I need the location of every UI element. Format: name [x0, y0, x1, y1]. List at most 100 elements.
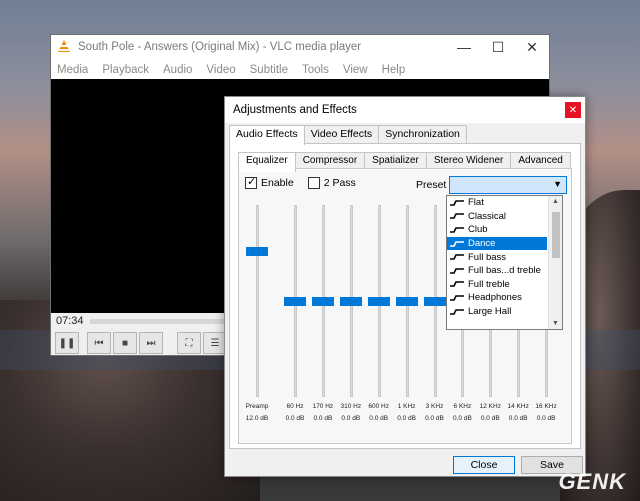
- menu-tools[interactable]: Tools: [302, 64, 329, 76]
- tab-video-effects[interactable]: Video Effects: [303, 125, 380, 144]
- maximize-icon[interactable]: ☐: [481, 39, 515, 56]
- two-pass-checkbox[interactable]: [307, 177, 320, 189]
- preset-curve-icon: [450, 267, 464, 275]
- band-slider-5-db-label: 0.0 dB: [425, 415, 444, 422]
- preset-option[interactable]: Full treble: [447, 278, 547, 292]
- band-slider-1-thumb[interactable]: [311, 297, 334, 306]
- preset-option-label: Dance: [468, 238, 496, 250]
- audio-tabs: Equalizer Compressor Spatializer Stereo …: [238, 152, 571, 172]
- menu-subtitle[interactable]: Subtitle: [250, 64, 288, 76]
- dropdown-scrollbar[interactable]: ▲ ▼: [548, 196, 562, 329]
- close-button[interactable]: Close: [453, 456, 515, 474]
- preset-option[interactable]: Full bas...d treble: [447, 264, 547, 278]
- tab-audio-effects[interactable]: Audio Effects: [229, 125, 305, 145]
- dialog-close-icon[interactable]: ✕: [565, 102, 581, 118]
- band-slider-8-frequency-label: 14 KHz: [507, 403, 529, 410]
- band-slider-1-frequency-label: 170 Hz: [312, 403, 334, 410]
- preset-option-label: Club: [468, 224, 488, 236]
- tab-spatializer[interactable]: Spatializer: [364, 152, 427, 169]
- band-slider-2-frequency-label: 310 Hz: [340, 403, 362, 410]
- tab-equalizer[interactable]: Equalizer: [238, 152, 296, 172]
- preset-option[interactable]: Large Hall: [447, 305, 547, 319]
- fullscreen-button[interactable]: ⛶: [177, 332, 201, 354]
- preset-option[interactable]: Club: [447, 223, 547, 237]
- preset-curve-icon: [450, 199, 464, 207]
- previous-button[interactable]: ⏮: [87, 332, 111, 354]
- preamp-slider-thumb[interactable]: [246, 247, 268, 257]
- scrollbar-thumb[interactable]: [552, 212, 560, 258]
- preset-label: Preset: [416, 179, 447, 191]
- preset-option[interactable]: Classical: [447, 210, 547, 224]
- preset-option[interactable]: Dance: [447, 236, 547, 251]
- preset-curve-icon: [450, 253, 464, 261]
- band-slider-6-frequency-label: 6 KHz: [453, 403, 472, 410]
- band-slider-4-db-label: 0.0 dB: [397, 415, 416, 422]
- band-slider-2-db-label: 0.0 dB: [341, 415, 361, 422]
- equalizer-icon: ☰: [210, 337, 220, 349]
- stop-button[interactable]: ■: [113, 332, 137, 354]
- band-slider-0-frequency-label: 60 Hz: [286, 403, 304, 410]
- preset-curve-icon: [450, 280, 464, 288]
- band-slider-5-frequency-label: 3 KHz: [425, 403, 444, 410]
- tab-advanced[interactable]: Advanced: [510, 152, 571, 169]
- minimize-icon[interactable]: —: [447, 39, 481, 55]
- band-slider-2-thumb[interactable]: [339, 297, 362, 306]
- preset-option-label: Full treble: [468, 278, 510, 290]
- vlc-menubar: Media Playback Audio Video Subtitle Tool…: [51, 59, 549, 81]
- preset-option-label: Full bas...d treble: [468, 265, 541, 277]
- fullscreen-icon: ⛶: [185, 337, 193, 349]
- pause-icon: ❚❚: [58, 337, 76, 349]
- preset-option-label: Headphones: [468, 292, 522, 304]
- preset-curve-icon: [450, 212, 464, 220]
- vlc-window-title: South Pole - Answers (Original Mix) - VL…: [78, 41, 362, 53]
- previous-icon: ⏮: [94, 337, 104, 349]
- dialog-titlebar[interactable]: Adjustments and Effects ✕: [225, 97, 585, 123]
- preamp-slider-track[interactable]: [256, 205, 259, 397]
- band-slider-6-db-label: 0.0 dB: [452, 415, 472, 422]
- menu-playback[interactable]: Playback: [102, 64, 149, 76]
- tab-stereo-widener[interactable]: Stereo Widener: [425, 152, 512, 169]
- scroll-up-icon[interactable]: ▲: [552, 198, 559, 205]
- menu-view[interactable]: View: [343, 64, 368, 76]
- menu-audio[interactable]: Audio: [163, 64, 192, 76]
- band-slider-8-db-label: 0.0 dB: [508, 415, 528, 422]
- preamp-slider-db-label: 12.0 dB: [245, 415, 269, 422]
- preset-select[interactable]: ▼: [449, 176, 567, 194]
- preset-option[interactable]: Flat: [447, 196, 547, 210]
- enable-checkbox[interactable]: [245, 175, 257, 189]
- genk-watermark: GENK: [558, 469, 626, 494]
- band-slider-5-thumb[interactable]: [423, 297, 446, 306]
- scroll-down-icon[interactable]: ▼: [552, 320, 559, 327]
- preset-curve-icon: [450, 226, 464, 234]
- preset-option-label: Full bass: [468, 251, 507, 263]
- band-slider-9-frequency-label: 16 KHz: [535, 403, 557, 410]
- two-pass-label: 2 Pass: [323, 177, 356, 189]
- preset-option[interactable]: Full bass: [447, 250, 547, 264]
- band-slider-3-thumb[interactable]: [367, 297, 390, 306]
- preamp-slider-frequency-label: Preamp: [245, 403, 269, 410]
- band-slider-9-db-label: 0.0 dB: [536, 415, 556, 422]
- band-slider-4-thumb[interactable]: [395, 297, 418, 306]
- enable-label: Enable: [261, 177, 294, 189]
- chevron-down-icon: ▼: [553, 179, 562, 189]
- preset-curve-icon: [450, 308, 464, 316]
- preset-option-label: Flat: [468, 197, 484, 209]
- tab-compressor[interactable]: Compressor: [294, 152, 366, 169]
- close-icon[interactable]: ✕: [515, 39, 549, 56]
- menu-help[interactable]: Help: [382, 64, 406, 76]
- band-slider-4-frequency-label: 1 KHz: [397, 403, 416, 410]
- next-button[interactable]: ⏭: [139, 332, 163, 354]
- main-tabs: Audio Effects Video Effects Synchronizat…: [229, 125, 467, 145]
- preset-option[interactable]: Headphones: [447, 291, 547, 305]
- pause-button[interactable]: ❚❚: [55, 332, 79, 354]
- preset-option-label: Large Hall: [468, 306, 512, 318]
- preset-dropdown-list: Flat Classical Club Dance Full bass Full bas.…: [446, 195, 563, 330]
- band-slider-0-thumb[interactable]: [284, 297, 306, 306]
- preset-curve-icon: [450, 294, 464, 302]
- band-slider-7-db-label: 0.0 dB: [480, 415, 500, 422]
- band-slider-1-db-label: 0.0 dB: [313, 415, 333, 422]
- vlc-titlebar[interactable]: South Pole - Answers (Original Mix) - VL…: [51, 35, 549, 59]
- menu-video[interactable]: Video: [206, 64, 235, 76]
- tab-synchronization[interactable]: Synchronization: [378, 125, 467, 144]
- menu-media[interactable]: Media: [57, 64, 88, 76]
